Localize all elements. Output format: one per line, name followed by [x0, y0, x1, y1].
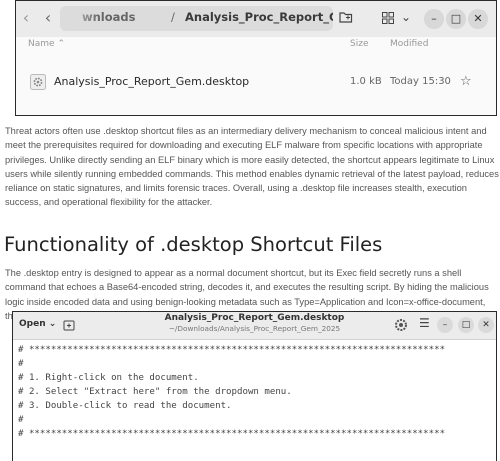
path-fade [60, 6, 100, 31]
editor-line: # 1. Right-click on the document. [18, 373, 199, 383]
editor-text-area[interactable]: # **************************************… [18, 343, 493, 441]
gear-file-icon [30, 74, 46, 90]
chevron-down-icon[interactable]: ⌄ [401, 10, 411, 24]
new-folder-icon[interactable] [339, 11, 353, 23]
text-editor-window: Open ⌄ Analysis_Proc_Report_Gem.desktop … [12, 311, 497, 461]
section-heading: Functionality of .desktop Shortcut Files [4, 233, 383, 256]
file-size: 1.0 kB [350, 76, 382, 87]
close-button[interactable]: ✕ [468, 9, 488, 29]
file-name[interactable]: Analysis_Proc_Report_Gem.desktop [54, 75, 249, 88]
column-name-header[interactable]: Name ⌃ [28, 39, 65, 49]
settings-gear-icon[interactable] [394, 318, 408, 332]
file-manager-window: ‹ wnloads / Analysis_Proc_Report_Gem_202… [15, 0, 497, 116]
editor-line: # **************************************… [18, 429, 446, 439]
column-modified-header[interactable]: Modified [390, 39, 428, 49]
sort-up-icon: ⌃ [57, 39, 65, 49]
editor-maximize-button[interactable]: □ [458, 317, 474, 333]
forward-arrow-icon[interactable]: ‹ [41, 9, 55, 27]
path-bar[interactable]: wnloads / Analysis_Proc_Report_Gem_2025 … [60, 6, 333, 31]
editor-line: # **************************************… [18, 345, 446, 355]
file-row[interactable]: Analysis_Proc_Report_Gem.desktop 1.0 kB … [16, 67, 496, 97]
breadcrumb-separator: / [171, 10, 175, 24]
editor-line: # [18, 359, 24, 369]
editor-line: # [18, 415, 24, 425]
column-size-header[interactable]: Size [350, 39, 368, 49]
editor-header: Open ⌄ Analysis_Proc_Report_Gem.desktop … [13, 312, 496, 340]
file-modified: Today 15:30 [390, 76, 451, 87]
back-arrow-icon[interactable]: ‹ [19, 9, 33, 27]
article-paragraph-1: Threat actors often use .desktop shortcu… [5, 126, 499, 208]
editor-line: # 2. Select "Extract here" from the drop… [18, 387, 292, 397]
editor-close-button[interactable]: ✕ [478, 317, 494, 333]
editor-minimize-button[interactable]: – [437, 317, 453, 333]
editor-line: # 3. Double-click to read the document. [18, 401, 232, 411]
maximize-button[interactable]: □ [446, 9, 466, 29]
minimize-button[interactable]: – [424, 9, 444, 29]
file-manager-header: ‹ wnloads / Analysis_Proc_Report_Gem_202… [16, 1, 496, 37]
hamburger-menu-icon[interactable]: ☰ [419, 316, 430, 330]
star-icon[interactable]: ☆ [460, 74, 472, 89]
column-headers: Name ⌃ Size Modified [16, 37, 496, 55]
breadcrumb-current[interactable]: Analysis_Proc_Report_Gem_2025 [185, 10, 333, 24]
grid-view-icon[interactable] [382, 12, 394, 24]
